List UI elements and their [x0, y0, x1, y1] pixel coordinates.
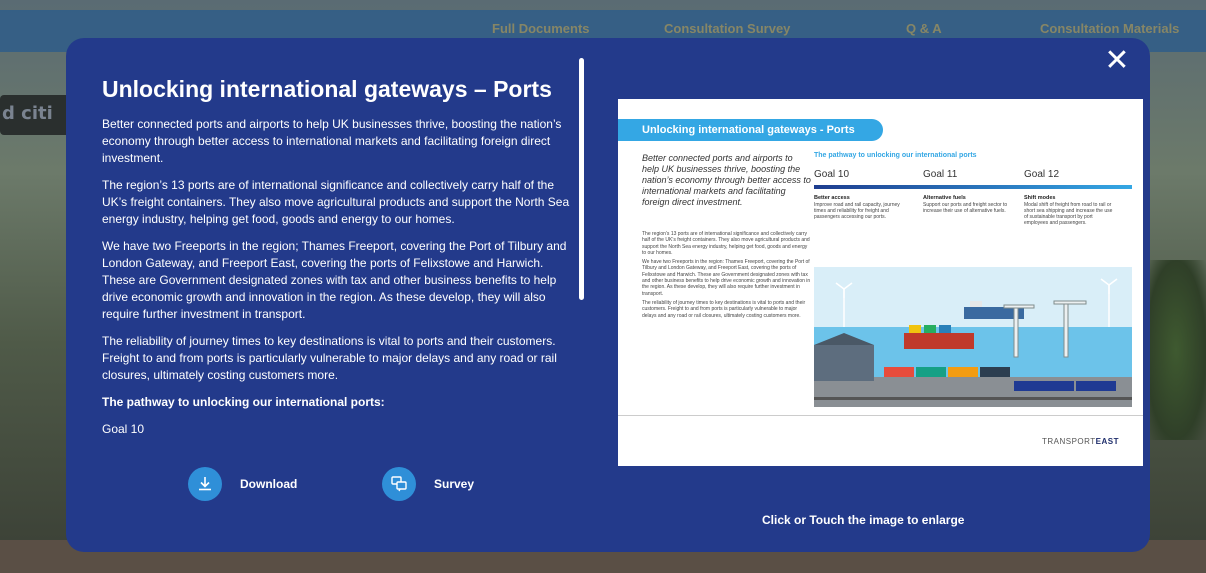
modal-subheading: The pathway to unlocking our internation…	[102, 395, 385, 409]
preview-body-paragraph: The region’s 13 ports are of internation…	[642, 231, 810, 256]
download-label: Download	[240, 477, 298, 491]
modal-title: Unlocking international gateways – Ports	[102, 76, 552, 102]
download-icon	[188, 467, 222, 501]
background-tree	[1146, 260, 1206, 440]
port-illustration	[814, 267, 1132, 407]
preview-intro: Better connected ports and airports to h…	[642, 153, 811, 207]
preview-divider	[618, 415, 1143, 416]
background-sign-text: d citi	[2, 103, 53, 124]
nav-q-and-a[interactable]: Q & A	[906, 21, 942, 36]
preview-goal-label: Goal 12	[1024, 169, 1060, 180]
preview-goal-title: Better access	[814, 195, 850, 201]
preview-body: The region’s 13 ports are of internation…	[642, 231, 812, 322]
download-button[interactable]: Download	[188, 466, 297, 502]
modal-goal-preview: Goal 10	[102, 422, 145, 436]
preview-goal-label: Goal 11	[923, 169, 958, 180]
modal-paragraph: The reliability of journey times to key …	[102, 334, 557, 382]
modal-paragraph: Better connected ports and airports to h…	[102, 117, 562, 165]
enlarge-caption: Click or Touch the image to enlarge	[762, 513, 965, 527]
close-button[interactable]: ✕	[1102, 46, 1132, 76]
preview-body-paragraph: We have two Freeports in the region: Tha…	[642, 259, 811, 297]
nav-consultation-survey[interactable]: Consultation Survey	[664, 21, 790, 36]
logo-suffix: EAST	[1095, 437, 1119, 446]
nav-full-documents[interactable]: Full Documents	[492, 21, 590, 36]
preview-goal-title: Alternative fuels	[923, 195, 966, 201]
transport-east-logo: TRANSPORTEAST	[1042, 437, 1119, 446]
preview-pathway-title: The pathway to unlocking our internation…	[814, 152, 977, 159]
document-preview-image[interactable]: Unlocking international gateways - Ports…	[618, 99, 1143, 466]
modal-paragraph: We have two Freeports in the region; Tha…	[102, 239, 567, 321]
nav-consultation-materials[interactable]: Consultation Materials	[1040, 21, 1179, 36]
preview-goal-text: Improve road and rail capacity, journey …	[814, 202, 900, 220]
survey-button[interactable]: Survey	[382, 466, 474, 502]
logo-prefix: TRANSPORT	[1041, 437, 1096, 446]
preview-body-paragraph: The reliability of journey times to key …	[642, 299, 806, 319]
preview-goal-text: Support our ports and freight sector to …	[923, 202, 1008, 214]
preview-goal-bar	[814, 185, 1132, 189]
preview-banner: Unlocking international gateways - Ports	[618, 119, 883, 141]
text-scrollbar[interactable]	[579, 58, 584, 300]
modal-paragraph: The region’s 13 ports are of internation…	[102, 178, 570, 226]
modal-text-pane[interactable]: Unlocking international gateways – Ports…	[102, 74, 574, 474]
info-modal: ✕ Unlocking international gateways – Por…	[66, 38, 1150, 552]
preview-goal-text: Modal shift of freight from road to rail…	[1024, 202, 1113, 226]
preview-goal-title: Shift modes	[1024, 195, 1056, 201]
survey-label: Survey	[434, 477, 475, 491]
preview-goal-label: Goal 10	[814, 169, 850, 180]
survey-icon	[382, 467, 416, 501]
background-sign: d citi	[0, 95, 70, 135]
